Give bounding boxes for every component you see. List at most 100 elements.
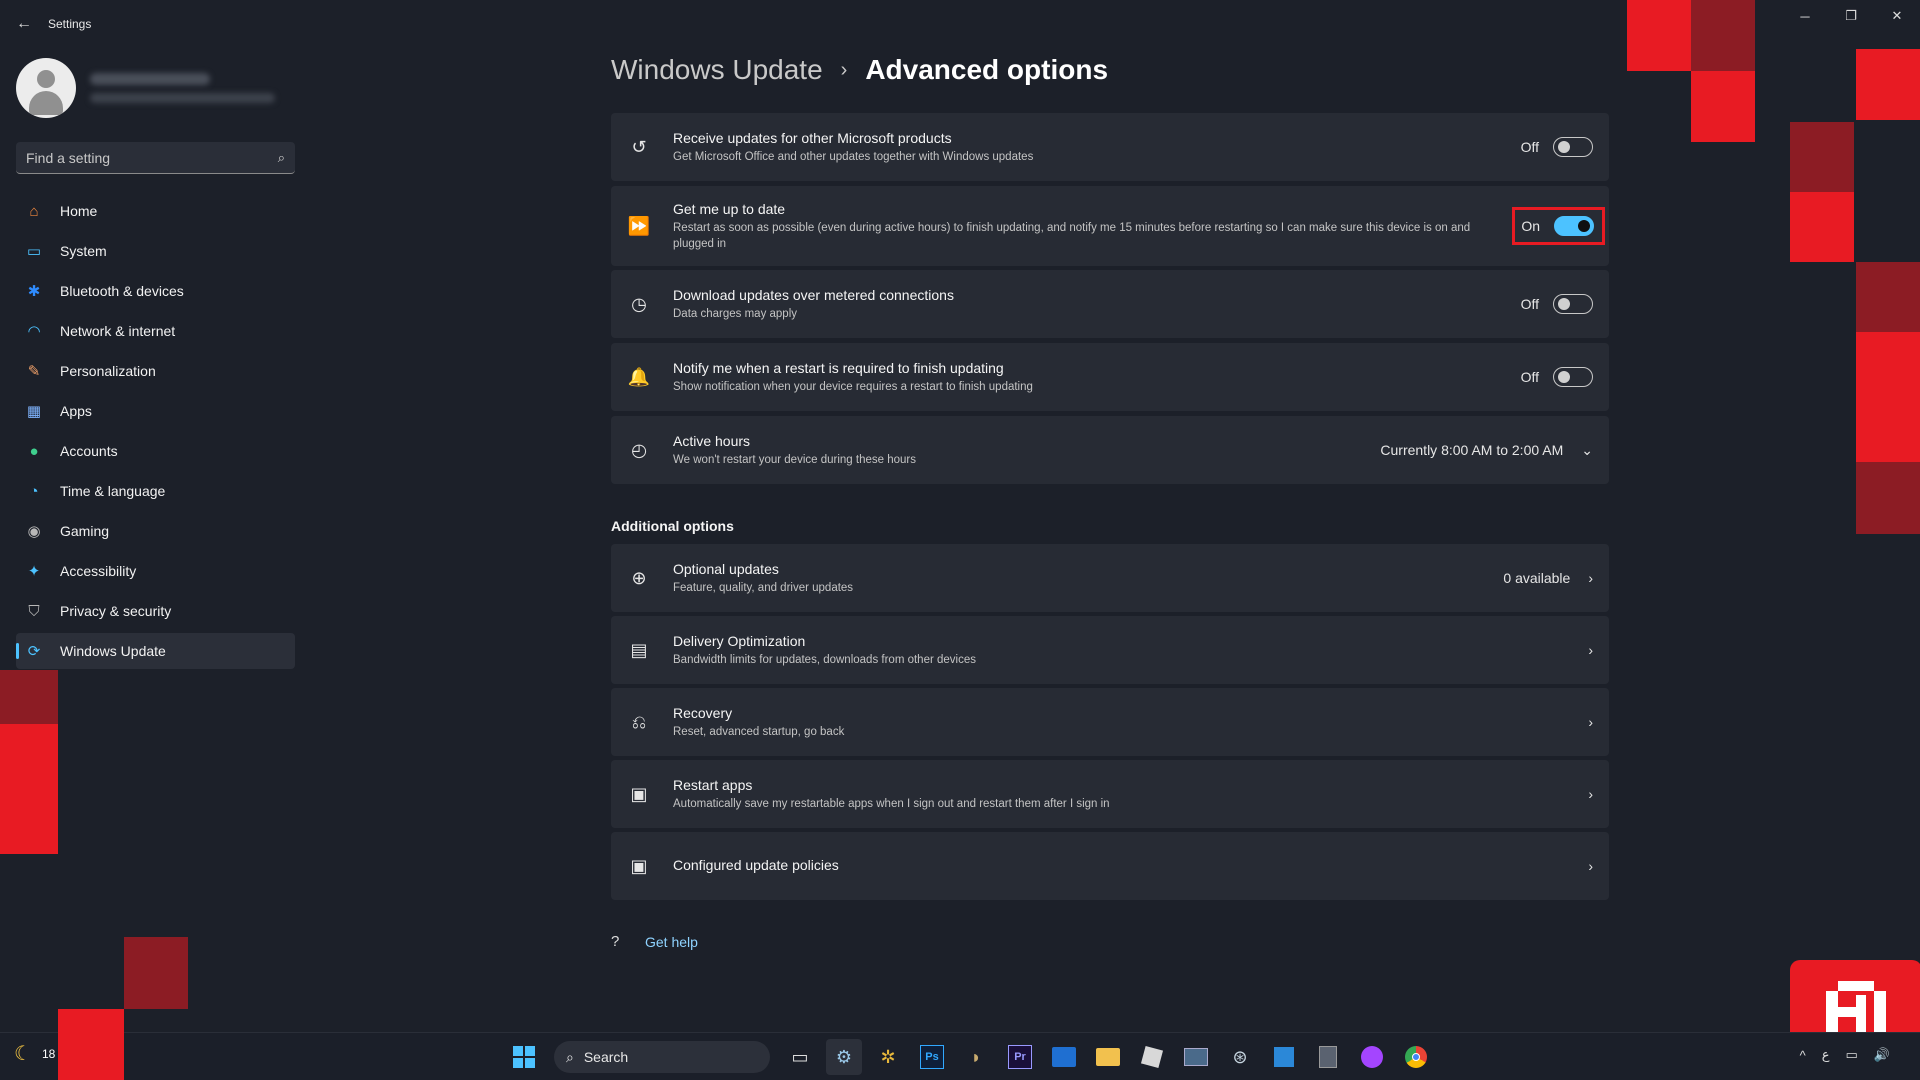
setting-other-products[interactable]: ↺ Receive updates for other Microsoft pr…	[611, 113, 1609, 181]
toggle-switch[interactable]	[1553, 137, 1593, 157]
roblox-icon[interactable]	[1134, 1039, 1170, 1075]
option-recovery[interactable]: ⎌ Recovery Reset, advanced startup, go b…	[611, 688, 1609, 756]
option-description: Automatically save my restartable apps w…	[673, 797, 1110, 810]
search-icon[interactable]: ⌕	[278, 150, 285, 166]
sidebar-item-apps[interactable]: ▦ Apps	[16, 393, 295, 429]
sidebar-item-label: Personalization	[60, 363, 156, 379]
language-indicator[interactable]: ع	[1822, 1047, 1830, 1063]
start-icon[interactable]	[506, 1039, 542, 1075]
setting-title: Get me up to date	[673, 200, 786, 217]
system-tray: ^ ع ▭ 🔊	[1784, 1047, 1890, 1063]
option-update-policies[interactable]: ▣ Configured update policies ›	[611, 832, 1609, 900]
chevron-right-icon[interactable]: ›	[1588, 570, 1593, 586]
weather-widget[interactable]: ☾ 18	[14, 1041, 55, 1066]
breadcrumb: Windows Update › Advanced options	[611, 54, 1108, 86]
weather-temp: 18	[41, 1046, 56, 1061]
sidebar-item-network-internet[interactable]: ◠ Network & internet	[16, 313, 295, 349]
get-help[interactable]: ? Get help	[611, 933, 698, 950]
sidebar-item-label: Bluetooth & devices	[60, 283, 184, 299]
setting-active-hours[interactable]: ◴ Active hours We won't restart your dev…	[611, 416, 1609, 484]
setting-notify-restart[interactable]: 🔔 Notify me when a restart is required t…	[611, 343, 1609, 411]
section-heading: Additional options	[611, 518, 734, 534]
calculator-icon[interactable]	[1310, 1039, 1346, 1075]
globe-icon: ◔	[29, 482, 39, 500]
apps-icon: ▦	[26, 403, 42, 420]
chevron-right-icon[interactable]: ›	[1588, 786, 1593, 802]
home-icon: ⌂	[29, 202, 39, 220]
option-title: Configured update policies	[673, 856, 839, 873]
toggle-switch[interactable]	[1554, 216, 1594, 236]
option-restart-apps[interactable]: ▣ Restart apps Automatically save my res…	[611, 760, 1609, 828]
toggle-switch[interactable]	[1553, 367, 1593, 387]
sidebar-item-accessibility[interactable]: ✦ Accessibility	[16, 553, 295, 589]
sidebar-nav: ⌂ Home ▭ System ✱ Bluetooth & devices ◠ Network…	[16, 193, 295, 673]
decor-block	[0, 670, 58, 724]
find-setting-search[interactable]: ⌕	[16, 142, 295, 174]
sidebar-item-accounts[interactable]: ● Accounts	[16, 433, 295, 469]
active-hours-value: Currently 8:00 AM to 2:00 AM	[1380, 442, 1564, 458]
page-title: Advanced options	[865, 54, 1109, 85]
messenger-icon[interactable]	[1354, 1039, 1390, 1075]
chevron-down-icon[interactable]: ⌄	[1581, 442, 1593, 459]
minimize-button[interactable]: ─	[1782, 0, 1828, 32]
accessibility-icon: ✦	[27, 563, 41, 580]
toggle-switch[interactable]	[1553, 294, 1593, 314]
sidebar-item-windows-update[interactable]: ⟳ Windows Update	[16, 633, 295, 669]
taskbar-search-label: Search	[583, 1049, 629, 1065]
sidebar-item-system[interactable]: ▭ System	[16, 233, 295, 269]
sidebar-item-label: Gaming	[60, 523, 110, 539]
decor-block	[1790, 192, 1854, 262]
slack-icon[interactable]: ✲	[870, 1039, 906, 1075]
chevron-right-icon[interactable]: ›	[1588, 714, 1593, 730]
wifi-icon: ◠	[27, 323, 41, 340]
sidebar-item-privacy-security[interactable]: ⛉ Privacy & security	[16, 593, 295, 629]
back-arrow-icon[interactable]: ←	[0, 0, 48, 48]
setting-title: Receive updates for other Microsoft prod…	[673, 129, 952, 146]
setting-metered-connections[interactable]: ◷ Download updates over metered connecti…	[611, 270, 1609, 338]
gauge-icon: ◷	[631, 293, 647, 314]
steam-icon[interactable]: ⊛	[1222, 1039, 1258, 1075]
close-button[interactable]: ✕	[1874, 0, 1920, 32]
store-icon[interactable]	[1266, 1039, 1302, 1075]
update-icon: ⟳	[27, 643, 41, 660]
maximize-button[interactable]: ❐	[1828, 0, 1874, 32]
help-icon: ?	[611, 933, 620, 950]
get-help-link[interactable]: Get help	[645, 934, 698, 950]
tray-overflow-icon[interactable]: ^	[1800, 1048, 1806, 1063]
sidebar-item-label: Network & internet	[60, 323, 176, 339]
taskbar-search[interactable]: ⌕ Search	[554, 1041, 770, 1073]
sidebar-item-home[interactable]: ⌂ Home	[16, 193, 295, 229]
image-viewer-icon[interactable]	[1178, 1039, 1214, 1075]
search-input[interactable]	[26, 149, 278, 166]
sidebar-item-time-language[interactable]: ◔ Time & language	[16, 473, 295, 509]
league-icon[interactable]: ◗	[958, 1039, 994, 1075]
prime-video-icon[interactable]	[1046, 1039, 1082, 1075]
volume-icon[interactable]: 🔊	[1874, 1047, 1890, 1063]
chevron-right-icon[interactable]: ›	[1588, 642, 1593, 658]
task-view-icon[interactable]: ▭	[782, 1039, 818, 1075]
setting-get-me-up-to-date[interactable]: ⏩ Get me up to date Restart as soon as p…	[611, 186, 1609, 266]
setting-description: Get Microsoft Office and other updates t…	[673, 150, 1034, 163]
sidebar-item-bluetooth-devices[interactable]: ✱ Bluetooth & devices	[16, 273, 295, 309]
chrome-icon[interactable]	[1398, 1039, 1434, 1075]
plus-circle-icon: ⊕	[631, 567, 647, 588]
option-optional-updates[interactable]: ⊕ Optional updates Feature, quality, and…	[611, 544, 1609, 612]
settings-app-icon[interactable]: ⚙	[826, 1039, 862, 1075]
breadcrumb-parent[interactable]: Windows Update	[611, 54, 823, 86]
sidebar-item-label: Privacy & security	[60, 603, 172, 619]
sidebar-item-label: Apps	[60, 403, 92, 419]
sidebar-item-gaming[interactable]: ◉ Gaming	[16, 513, 295, 549]
premiere-icon[interactable]: Pr	[1002, 1039, 1038, 1075]
sidebar-item-personalization[interactable]: ✎ Personalization	[16, 353, 295, 389]
chevron-right-icon: ›	[840, 58, 848, 81]
toggle-state-label: Off	[1520, 296, 1539, 312]
network-icon[interactable]: ▭	[1846, 1047, 1858, 1063]
sidebar-item-label: Time & language	[60, 483, 166, 499]
option-delivery-optimization[interactable]: ▤ Delivery Optimization Bandwidth limits…	[611, 616, 1609, 684]
chevron-right-icon[interactable]: ›	[1588, 858, 1593, 874]
taskbar-apps: ⌕ Search ▭ ⚙ ✲ Ps ◗ Pr ⊛	[502, 1039, 1438, 1075]
restart-apps-icon: ▣	[630, 783, 648, 804]
user-profile[interactable]	[16, 58, 275, 118]
photoshop-icon[interactable]: Ps	[914, 1039, 950, 1075]
file-explorer-icon[interactable]	[1090, 1039, 1126, 1075]
